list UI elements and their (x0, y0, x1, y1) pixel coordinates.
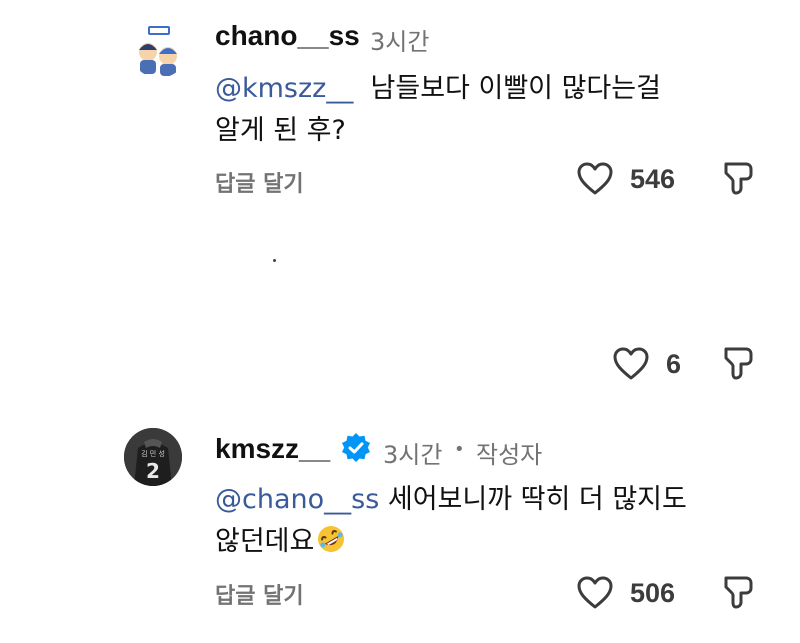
mention-link[interactable]: @kmszz__ (215, 73, 353, 104)
like-count: 546 (630, 164, 676, 194)
comment-username[interactable]: chano__ss (215, 20, 360, 52)
svg-text:김 민 성: 김 민 성 (141, 449, 165, 458)
like-count: 506 (630, 578, 676, 608)
thumbs-down-outline-icon[interactable] (722, 345, 756, 381)
mention-link[interactable]: @chano__ss (215, 484, 379, 515)
stray-dot (273, 259, 276, 262)
comment-3: 김 민 성 2 kmszz__ 3시간 • 작성자 @chano__ss 세어보… (0, 420, 800, 643)
jersey-avatar-image: 김 민 성 2 (124, 428, 182, 486)
reply-button[interactable]: 답글 달기 (215, 578, 304, 610)
rofl-emoji (316, 524, 346, 554)
comment-text-line: 세어보니까 딱히 더 많지도 (387, 484, 687, 515)
comment-body: @kmszz__ 남들보다 이빨이 많다는걸 알게 된 후? (215, 68, 775, 152)
comment-body: @chano__ss 세어보니까 딱히 더 많지도 않던데요 🤣 (215, 479, 775, 563)
comment-text-line: 알게 된 후? (215, 115, 346, 146)
like-count: 6 (666, 349, 682, 379)
heart-outline-icon[interactable] (577, 162, 613, 196)
comment-text-line: 남들보다 이빨이 많다는걸 (370, 73, 661, 104)
comment-2: 6 (0, 330, 800, 400)
meta-separator: • (454, 439, 465, 460)
heart-outline-icon[interactable] (577, 576, 613, 610)
comment-time: 3시간 (383, 441, 443, 469)
svg-text:2: 2 (146, 459, 160, 483)
author-badge: 작성자 (476, 441, 543, 469)
thumbs-down-outline-icon[interactable] (722, 160, 756, 196)
comment-1: chano__ss 3시간 @kmszz__ 남들보다 이빨이 많다는걸 알게 … (0, 0, 800, 220)
avatar[interactable] (130, 20, 188, 78)
reply-button[interactable]: 답글 달기 (215, 166, 304, 198)
verified-badge-icon (340, 432, 372, 464)
heart-outline-icon[interactable] (613, 347, 649, 381)
thumbs-down-outline-icon[interactable] (722, 574, 756, 610)
comment-username[interactable]: kmszz__ (215, 433, 330, 465)
avatar[interactable]: 김 민 성 2 (124, 428, 182, 486)
comment-text-line: 않던데요 (215, 526, 315, 557)
cartoon-avatar-image (139, 26, 177, 76)
comment-time: 3시간 (370, 28, 430, 56)
